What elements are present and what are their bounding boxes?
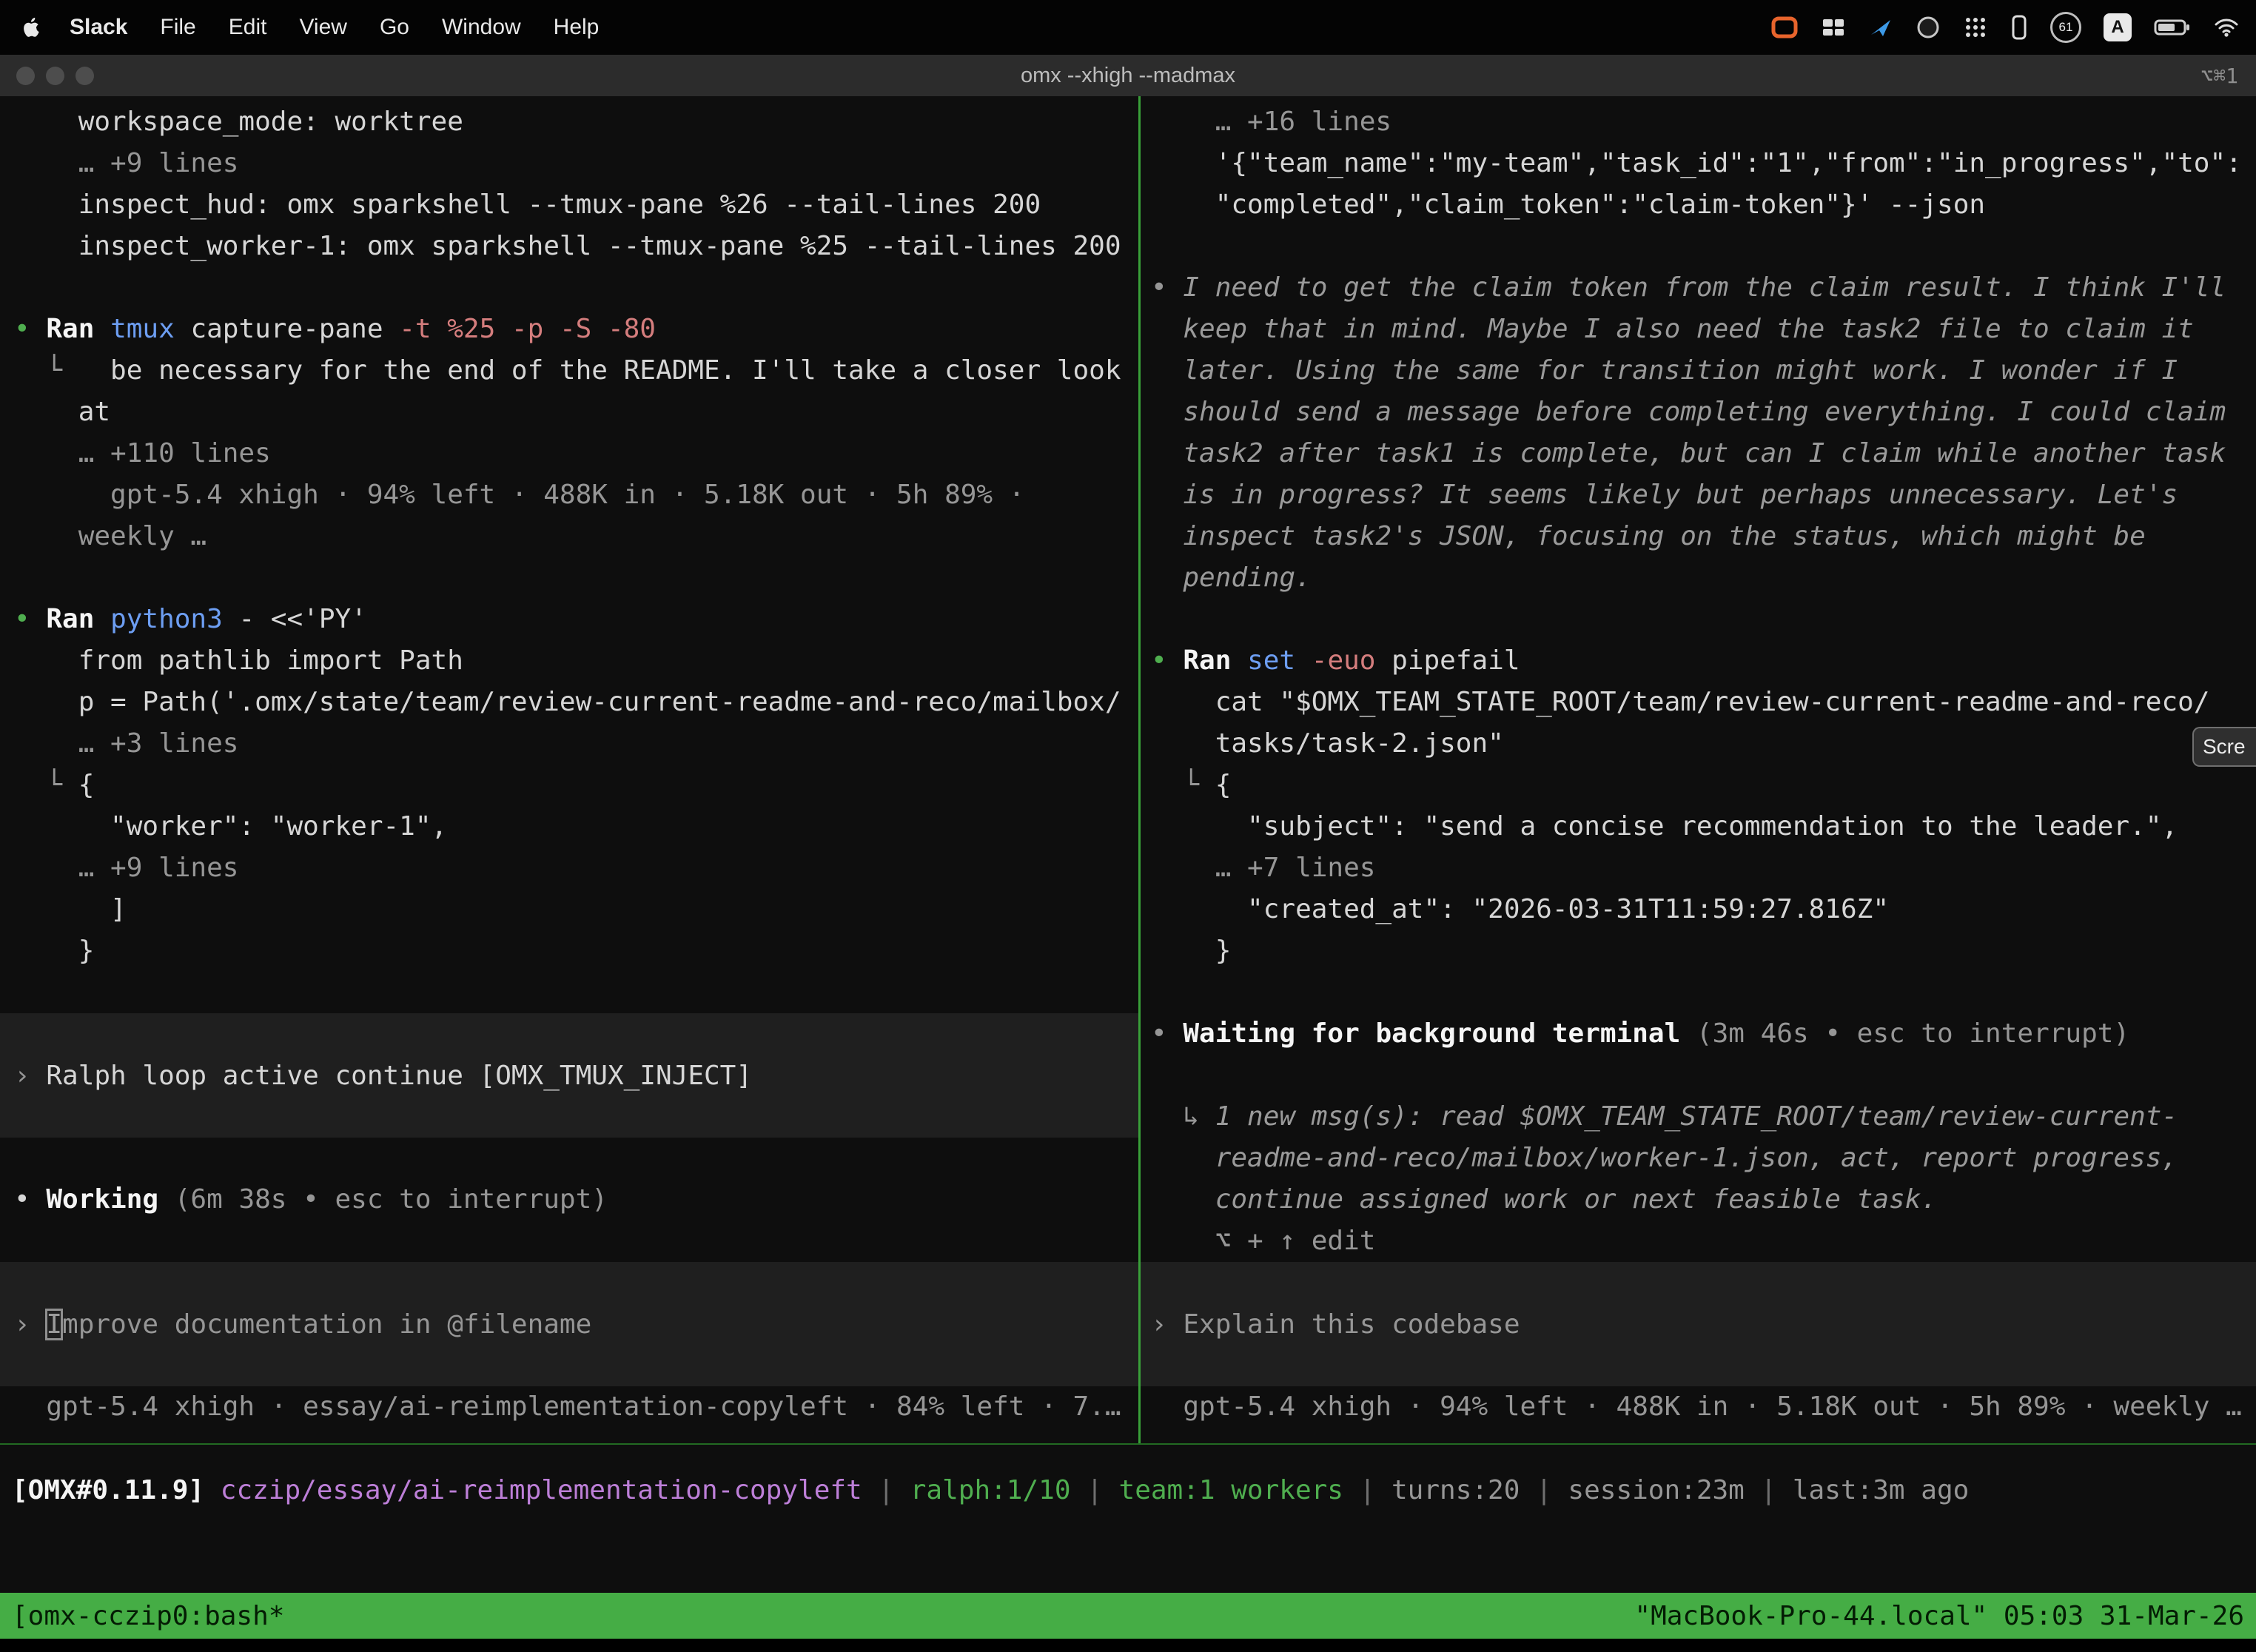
terminal-line: … +9 lines — [0, 143, 1138, 184]
terminal-blank-line — [0, 267, 1138, 309]
input-source-icon[interactable]: A — [2104, 13, 2132, 41]
menu-bar-status-icons: 61 A — [1770, 12, 2256, 43]
prompt-band[interactable]: › Improve documentation in @filename — [0, 1262, 1138, 1386]
menu-item-view[interactable]: View — [283, 15, 363, 40]
minimize-button[interactable] — [46, 67, 64, 85]
pane-bottom-border — [0, 1443, 2256, 1445]
screen-record-stop-icon[interactable] — [1770, 16, 1799, 39]
terminal-line: … +16 lines — [1141, 101, 2256, 143]
terminal-line: … +3 lines — [0, 723, 1138, 765]
wifi-icon[interactable] — [2213, 17, 2240, 38]
terminal-blank-line — [1141, 1055, 2256, 1096]
terminal-line: • Ran set -euo pipefail — [1141, 640, 2256, 682]
terminal-line: [OMX#0.11.9] cczip/essay/ai-reimplementa… — [0, 1470, 2256, 1511]
terminal-line: "subject": "send a concise recommendatio… — [1141, 806, 2256, 847]
battery-percent-icon[interactable]: 61 — [2050, 12, 2081, 43]
terminal-line: └ { — [1141, 765, 2256, 806]
window-shortcut: ⌥⌘1 — [2200, 64, 2238, 88]
menu-item-help[interactable]: Help — [537, 15, 616, 40]
terminal-line: workspace_mode: worktree — [0, 101, 1138, 143]
terminal-blank-line — [1141, 599, 2256, 640]
terminal-line: ] — [0, 889, 1138, 930]
terminal-blank-line — [0, 557, 1138, 599]
terminal-line: } — [1141, 930, 2256, 972]
screen-share-overlay[interactable]: Scre — [2192, 727, 2256, 767]
terminal-line: from pathlib import Path — [0, 640, 1138, 682]
terminal-line: should send a message before completing … — [1141, 392, 2256, 433]
terminal-line: • I need to get the claim token from the… — [1141, 267, 2256, 309]
omx-status-line: [OMX#0.11.9] cczip/essay/ai-reimplementa… — [0, 1470, 2256, 1511]
prompt-band[interactable]: › Explain this codebase — [1141, 1262, 2256, 1386]
terminal-line: task2 after task1 is complete, but can I… — [1141, 433, 2256, 474]
terminal-line: continue assigned work or next feasible … — [1141, 1179, 2256, 1220]
terminal-line: … +9 lines — [0, 847, 1138, 889]
terminal-line: ↳ 1 new msg(s): read $OMX_TEAM_STATE_ROO… — [1141, 1096, 2256, 1138]
terminal-line: '{"team_name":"my-team","task_id":"1","f… — [1141, 143, 2256, 184]
terminal-line: └ { — [0, 765, 1138, 806]
terminal-line: • Working (6m 38s • esc to interrupt) — [0, 1179, 1138, 1220]
terminal-line: ⌥ + ↑ edit — [1141, 1220, 2256, 1262]
terminal-line: later. Using the same for transition mig… — [1141, 350, 2256, 392]
menu-item-go[interactable]: Go — [363, 15, 426, 40]
screen-share-overlay-label: Scre — [2203, 735, 2246, 759]
terminal-line: inspect_hud: omx sparkshell --tmux-pane … — [0, 184, 1138, 226]
dark-app-icon[interactable] — [1916, 16, 1941, 39]
terminal-line: gpt-5.4 xhigh · 94% left · 488K in · 5.1… — [0, 474, 1138, 516]
apple-menu[interactable] — [21, 15, 43, 40]
battery-icon[interactable] — [2154, 18, 2191, 37]
terminal-line: at — [0, 392, 1138, 433]
device-icon[interactable] — [2010, 14, 2028, 41]
window-controls — [0, 67, 94, 85]
terminal-line: "worker": "worker-1", — [0, 806, 1138, 847]
terminal-blank-line — [0, 1220, 1138, 1262]
tmux-host-clock-label: "MacBook-Pro-44.local" 05:03 31-Mar-26 — [1634, 1601, 2244, 1631]
terminal-line: keep that in mind. Maybe I also need the… — [1141, 309, 2256, 350]
tmux-session-label[interactable]: [omx-cczip0:bash* — [12, 1601, 284, 1631]
terminal[interactable]: workspace_mode: worktree … +9 lines insp… — [0, 96, 2256, 1593]
close-button[interactable] — [16, 67, 35, 85]
window-grid-icon[interactable] — [1821, 16, 1846, 38]
terminal-line: "completed","claim_token":"claim-token"}… — [1141, 184, 2256, 226]
menu-item-edit[interactable]: Edit — [212, 15, 283, 40]
terminal-blank-line — [1141, 972, 2256, 1013]
terminal-blank-line — [0, 1138, 1138, 1179]
terminal-line: } — [0, 930, 1138, 972]
terminal-line: tasks/task-2.json" — [1141, 723, 2256, 765]
terminal-line: is in progress? It seems likely but perh… — [1141, 474, 2256, 516]
menu-app-name[interactable]: Slack — [53, 15, 144, 40]
terminal-line: "created_at": "2026-03-31T11:59:27.816Z" — [1141, 889, 2256, 930]
terminal-line: inspect task2's JSON, focusing on the st… — [1141, 516, 2256, 557]
blue-app-icon[interactable] — [1868, 16, 1893, 39]
terminal-line: • Waiting for background terminal (3m 46… — [1141, 1013, 2256, 1055]
tmux-status-bar: [omx-cczip0:bash* "MacBook-Pro-44.local"… — [0, 1593, 2256, 1639]
terminal-line: cat "$OMX_TEAM_STATE_ROOT/team/review-cu… — [1141, 682, 2256, 723]
terminal-blank-line — [1141, 226, 2256, 267]
menu-item-file[interactable]: File — [144, 15, 212, 40]
window-title-bar[interactable]: omx --xhigh --madmax ⌥⌘1 — [0, 55, 2256, 96]
terminal-line: weekly … — [0, 516, 1138, 557]
terminal-line: gpt-5.4 xhigh · essay/ai-reimplementatio… — [0, 1386, 1138, 1428]
macos-menu-bar: Slack File Edit View Go Window Help 61 A — [0, 0, 2256, 55]
terminal-line: p = Path('.omx/state/team/review-current… — [0, 682, 1138, 723]
tmux-pane-right[interactable]: … +16 lines '{"team_name":"my-team","tas… — [1141, 101, 2256, 1428]
terminal-line: • Ran tmux capture-pane -t %25 -p -S -80 — [0, 309, 1138, 350]
tmux-pane-left[interactable]: workspace_mode: worktree … +9 lines insp… — [0, 101, 1138, 1428]
terminal-line: pending. — [1141, 557, 2256, 599]
terminal-line: inspect_worker-1: omx sparkshell --tmux-… — [0, 226, 1138, 267]
terminal-line: readme-and-reco/mailbox/worker-1.json, a… — [1141, 1138, 2256, 1179]
zoom-button[interactable] — [75, 67, 94, 85]
window-title: omx --xhigh --madmax — [1021, 64, 1235, 88]
terminal-blank-line — [0, 972, 1138, 1013]
dots-grid-icon[interactable] — [1963, 16, 1988, 39]
apple-icon — [21, 15, 43, 40]
terminal-line: … +110 lines — [0, 433, 1138, 474]
terminal-line: • Ran python3 - <<'PY' — [0, 599, 1138, 640]
prompt-band[interactable]: › Ralph loop active continue [OMX_TMUX_I… — [0, 1013, 1138, 1138]
menu-item-window[interactable]: Window — [426, 15, 537, 40]
terminal-line: … +7 lines — [1141, 847, 2256, 889]
terminal-line: └ be necessary for the end of the README… — [0, 350, 1138, 392]
terminal-line: gpt-5.4 xhigh · 94% left · 488K in · 5.1… — [1141, 1386, 2256, 1428]
